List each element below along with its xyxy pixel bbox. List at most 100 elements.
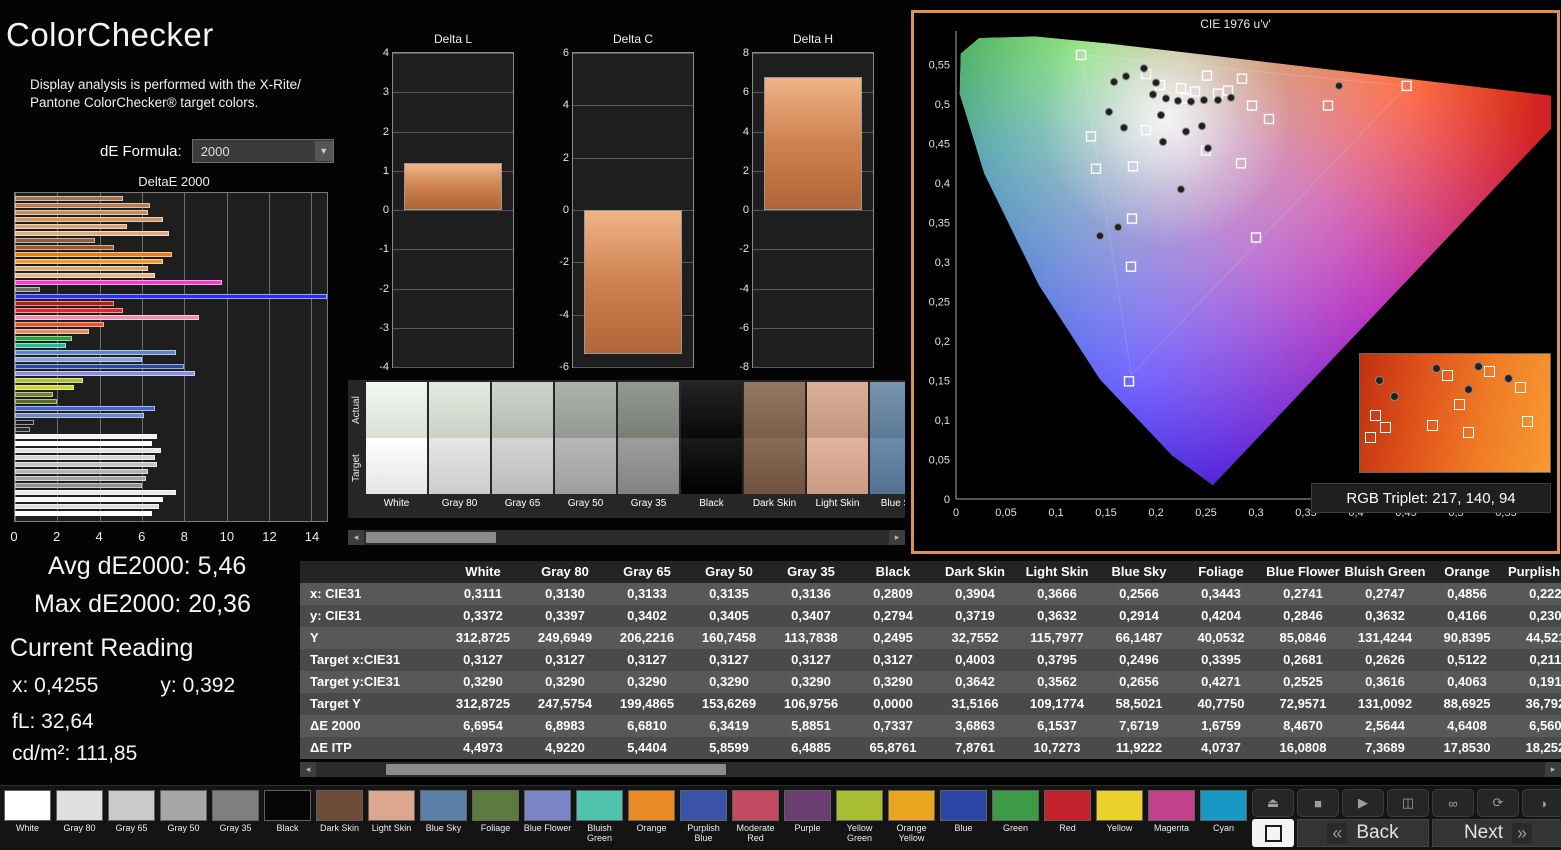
table-cell: 6,4885 xyxy=(770,737,852,759)
patch-button-orange-yellow[interactable]: Orange Yellow xyxy=(886,790,937,850)
cie-y-tick: 0,1 xyxy=(935,415,950,427)
table-cell: 0,3407 xyxy=(770,605,852,627)
chevron-down-icon: ▼ xyxy=(315,141,333,161)
cie-y-tick: 0,35 xyxy=(929,218,950,230)
gridline xyxy=(753,249,873,250)
swatch-label: Gray 80 xyxy=(429,494,490,516)
deltae-bar xyxy=(15,504,159,509)
contrast-icon: ◑ xyxy=(1539,796,1547,811)
table-cell: 0,3666 xyxy=(1016,583,1098,605)
refresh-button[interactable]: ⟳ xyxy=(1477,789,1519,817)
deltae-bar xyxy=(15,231,169,236)
y-tick-label: -4 xyxy=(547,309,569,321)
patch-button-white[interactable]: White xyxy=(2,790,53,850)
deltae-bar xyxy=(15,294,327,299)
patch-button-yellow[interactable]: Yellow xyxy=(1094,790,1145,850)
table-cell: 0,3395 xyxy=(1180,649,1262,671)
x-tick-label: 8 xyxy=(181,529,188,544)
table-cell: 0,3127 xyxy=(606,649,688,671)
table-cell: 109,1774 xyxy=(1016,693,1098,715)
patch-label: Purplish Blue xyxy=(678,821,729,845)
pattern-window-button[interactable] xyxy=(1252,819,1294,847)
deltae-bar xyxy=(15,378,83,383)
de-formula-select[interactable]: 2000 ▼ xyxy=(192,139,334,163)
table-cell: 5,8851 xyxy=(770,715,852,737)
patch-button-cyan[interactable]: Cyan xyxy=(1198,790,1249,850)
patch-button-gray-50[interactable]: Gray 50 xyxy=(158,790,209,850)
patch-button-light-skin[interactable]: Light Skin xyxy=(366,790,417,850)
patch-button-foliage[interactable]: Foliage xyxy=(470,790,521,850)
scroll-right-icon[interactable]: ▸ xyxy=(1545,762,1561,777)
patch-button-bluish-green[interactable]: Bluish Green xyxy=(574,790,625,850)
play-button[interactable]: ▶ xyxy=(1342,789,1384,817)
stop-icon: ■ xyxy=(1314,796,1322,811)
link-button[interactable]: ∞ xyxy=(1432,789,1474,817)
link-icon: ∞ xyxy=(1448,796,1457,811)
patch-button-purplish-blue[interactable]: Purplish Blue xyxy=(678,790,729,850)
gridline xyxy=(393,53,513,54)
pattern-size-button[interactable]: ◫ xyxy=(1387,789,1429,817)
cie-y-tick: 0,55 xyxy=(929,60,950,72)
patch-button-gray-80[interactable]: Gray 80 xyxy=(54,790,105,850)
patch-button-black[interactable]: Black xyxy=(262,790,313,850)
eject-button[interactable]: ⏏ xyxy=(1252,789,1294,817)
patch-button-red[interactable]: Red xyxy=(1042,790,1093,850)
table-row: x: CIE310,31110,31300,31330,31350,31360,… xyxy=(300,583,1561,605)
table-row: Y312,8725249,6949206,2216160,7458113,783… xyxy=(300,627,1561,649)
patch-button-blue[interactable]: Blue xyxy=(938,790,989,850)
deltae-bar xyxy=(15,406,155,411)
table-cell: 131,4244 xyxy=(1344,627,1426,649)
table-cell: 199,4865 xyxy=(606,693,688,715)
gridline xyxy=(393,249,513,250)
table-cell: 160,7458 xyxy=(688,627,770,649)
patch-button-blue-flower[interactable]: Blue Flower xyxy=(522,790,573,850)
cie-measured-marker xyxy=(1174,97,1181,104)
actual-swatch xyxy=(492,382,553,438)
scrollbar-thumb[interactable] xyxy=(366,532,496,543)
patch-button-green[interactable]: Green xyxy=(990,790,1041,850)
patch-swatch xyxy=(316,790,363,821)
cie-measured-marker xyxy=(1122,73,1129,80)
scroll-right-icon[interactable]: ▸ xyxy=(889,530,905,545)
table-cell: 0,2496 xyxy=(1098,649,1180,671)
inset-measured-marker xyxy=(1432,364,1441,373)
inset-target-marker xyxy=(1365,432,1376,443)
cie-y-tick: 0,5 xyxy=(935,99,950,111)
cie-measured-marker xyxy=(1227,94,1234,101)
table-cell: 85,0846 xyxy=(1262,627,1344,649)
patch-button-dark-skin[interactable]: Dark Skin xyxy=(314,790,365,850)
inset-target-marker xyxy=(1380,422,1391,433)
table-cell: 8,4670 xyxy=(1262,715,1344,737)
scroll-left-icon[interactable]: ◂ xyxy=(300,762,316,777)
next-button[interactable]: Next » xyxy=(1432,819,1561,847)
patch-button-blue-sky[interactable]: Blue Sky xyxy=(418,790,469,850)
back-button[interactable]: « Back xyxy=(1297,819,1429,847)
x-tick-label: 4 xyxy=(96,529,103,544)
row-label: y: CIE31 xyxy=(300,605,442,627)
patch-button-yellow-green[interactable]: Yellow Green xyxy=(834,790,885,850)
stop-button[interactable]: ■ xyxy=(1297,789,1339,817)
actual-swatch xyxy=(366,382,427,438)
inset-target-marker xyxy=(1484,366,1495,377)
scrollbar-thumb[interactable] xyxy=(386,764,726,775)
patch-swatch xyxy=(368,790,415,821)
measurement-table: WhiteGray 80Gray 65Gray 50Gray 35BlackDa… xyxy=(300,561,1561,760)
cie-measured-marker xyxy=(1177,186,1184,193)
patch-label: Black xyxy=(262,821,313,845)
patch-label: Dark Skin xyxy=(314,821,365,845)
table-cell: 0,2846 xyxy=(1262,605,1344,627)
deltae-bar xyxy=(15,238,95,243)
contrast-button[interactable]: ◑ xyxy=(1522,789,1561,817)
patch-swatch xyxy=(1096,790,1143,821)
patch-button-gray-35[interactable]: Gray 35 xyxy=(210,790,261,850)
row-label: x: CIE31 xyxy=(300,583,442,605)
patch-button-gray-65[interactable]: Gray 65 xyxy=(106,790,157,850)
patch-button-magenta[interactable]: Magenta xyxy=(1146,790,1197,850)
patch-label: Bluish Green xyxy=(574,821,625,845)
patch-button-purple[interactable]: Purple xyxy=(782,790,833,850)
patch-swatch xyxy=(1200,790,1247,821)
scroll-left-icon[interactable]: ◂ xyxy=(348,530,364,545)
y-tick-label: 1 xyxy=(367,165,389,177)
patch-button-moderate-red[interactable]: Moderate Red xyxy=(730,790,781,850)
patch-button-orange[interactable]: Orange xyxy=(626,790,677,850)
